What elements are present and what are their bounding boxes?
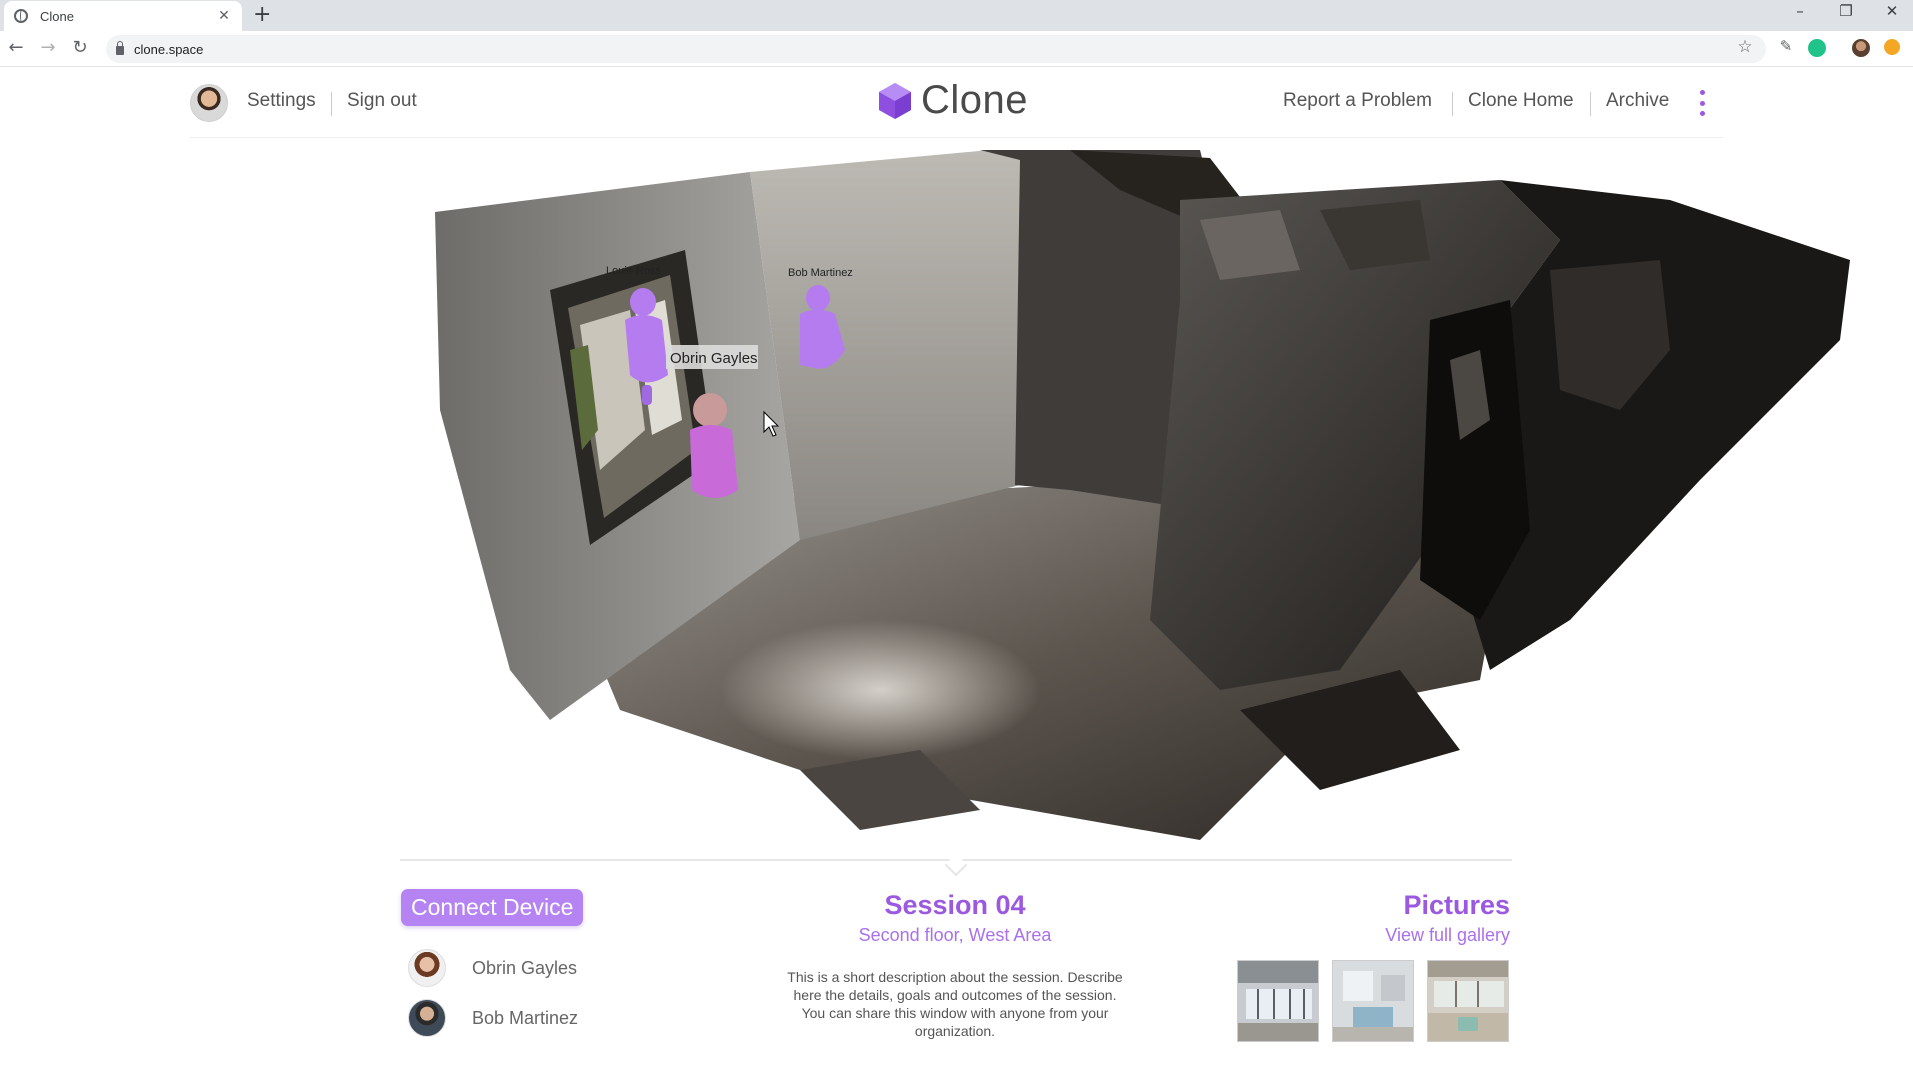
close-tab-icon[interactable]: ✕ — [216, 8, 232, 24]
archive-link[interactable]: Archive — [1606, 90, 1669, 112]
avatar-label: Louie Ross — [606, 265, 662, 277]
browser-tab-bar: Clone ✕ + – ❐ ✕ — [0, 0, 1913, 31]
logo-text: Clone — [921, 78, 1029, 122]
more-menu-icon[interactable] — [1698, 90, 1706, 116]
divider-notch — [944, 853, 968, 877]
restore-button[interactable]: ❐ — [1831, 2, 1861, 20]
settings-link[interactable]: Settings — [247, 90, 316, 112]
scanned-room-mesh — [435, 150, 1850, 840]
session-description: This is a short description about the se… — [787, 969, 1123, 1039]
header-divider — [1452, 92, 1453, 116]
picture-thumbnail[interactable] — [1332, 960, 1414, 1042]
pictures-title: Pictures — [1403, 890, 1510, 920]
avatar-label: Obrin Gayles — [670, 350, 758, 367]
report-problem-link[interactable]: Report a Problem — [1283, 90, 1432, 112]
3d-model-viewport[interactable]: Louie Ross Bob Martinez Obrin Gayles — [420, 150, 1860, 850]
session-title: Session 04 — [884, 890, 1026, 920]
eyedropper-icon[interactable]: ✎ — [1774, 37, 1798, 55]
browser-toolbar: ← → ↻ clone.space ☆ ✎ — [0, 31, 1913, 67]
hexagon-logo-icon — [879, 82, 911, 119]
new-tab-button[interactable]: + — [253, 2, 271, 27]
clone-home-link[interactable]: Clone Home — [1468, 90, 1574, 112]
view-gallery-link[interactable]: View full gallery — [1385, 925, 1510, 946]
header-divider — [331, 92, 332, 116]
profile-avatar-icon[interactable] — [1852, 39, 1870, 57]
connect-device-button[interactable]: Connect Device — [401, 889, 584, 926]
header-divider — [1590, 92, 1591, 116]
avatar[interactable] — [190, 84, 228, 122]
browser-tab[interactable]: Clone ✕ — [4, 1, 242, 31]
minimize-button[interactable]: – — [1785, 2, 1815, 20]
globe-icon — [14, 9, 28, 23]
pictures-section: Pictures View full gallery — [1385, 890, 1510, 946]
participant-item[interactable]: Obrin Gayles — [408, 949, 577, 987]
avatar — [408, 949, 446, 987]
url-text: clone.space — [134, 41, 204, 57]
tab-title: Clone — [40, 8, 74, 24]
participant-item[interactable]: Bob Martinez — [408, 999, 578, 1037]
session-info: Session 04 Second floor, West Area This … — [755, 890, 1155, 1040]
back-icon[interactable]: ← — [4, 37, 28, 58]
sign-out-link[interactable]: Sign out — [347, 90, 417, 112]
extension-icon[interactable] — [1808, 39, 1826, 57]
picture-thumbnail[interactable] — [1427, 960, 1509, 1042]
participant-name: Bob Martinez — [472, 1007, 579, 1028]
close-window-button[interactable]: ✕ — [1877, 2, 1907, 20]
bookmark-star-icon[interactable]: ☆ — [1733, 37, 1757, 57]
update-alert-icon[interactable] — [1884, 39, 1900, 55]
clone-logo[interactable]: Clone — [875, 78, 1028, 123]
avatar-label: Bob Martinez — [788, 267, 853, 279]
reload-icon[interactable]: ↻ — [68, 37, 92, 58]
participant-name: Obrin Gayles — [472, 957, 578, 978]
forward-icon[interactable]: → — [36, 37, 60, 58]
picture-thumbnail[interactable] — [1237, 960, 1319, 1042]
address-bar[interactable]: clone.space — [106, 35, 1766, 63]
session-location: Second floor, West Area — [858, 925, 1052, 945]
avatar — [408, 999, 446, 1037]
lock-icon — [116, 41, 124, 55]
app-header: Settings Sign out Clone Report a Problem… — [190, 68, 1723, 138]
picture-thumbnails — [1237, 960, 1509, 1042]
